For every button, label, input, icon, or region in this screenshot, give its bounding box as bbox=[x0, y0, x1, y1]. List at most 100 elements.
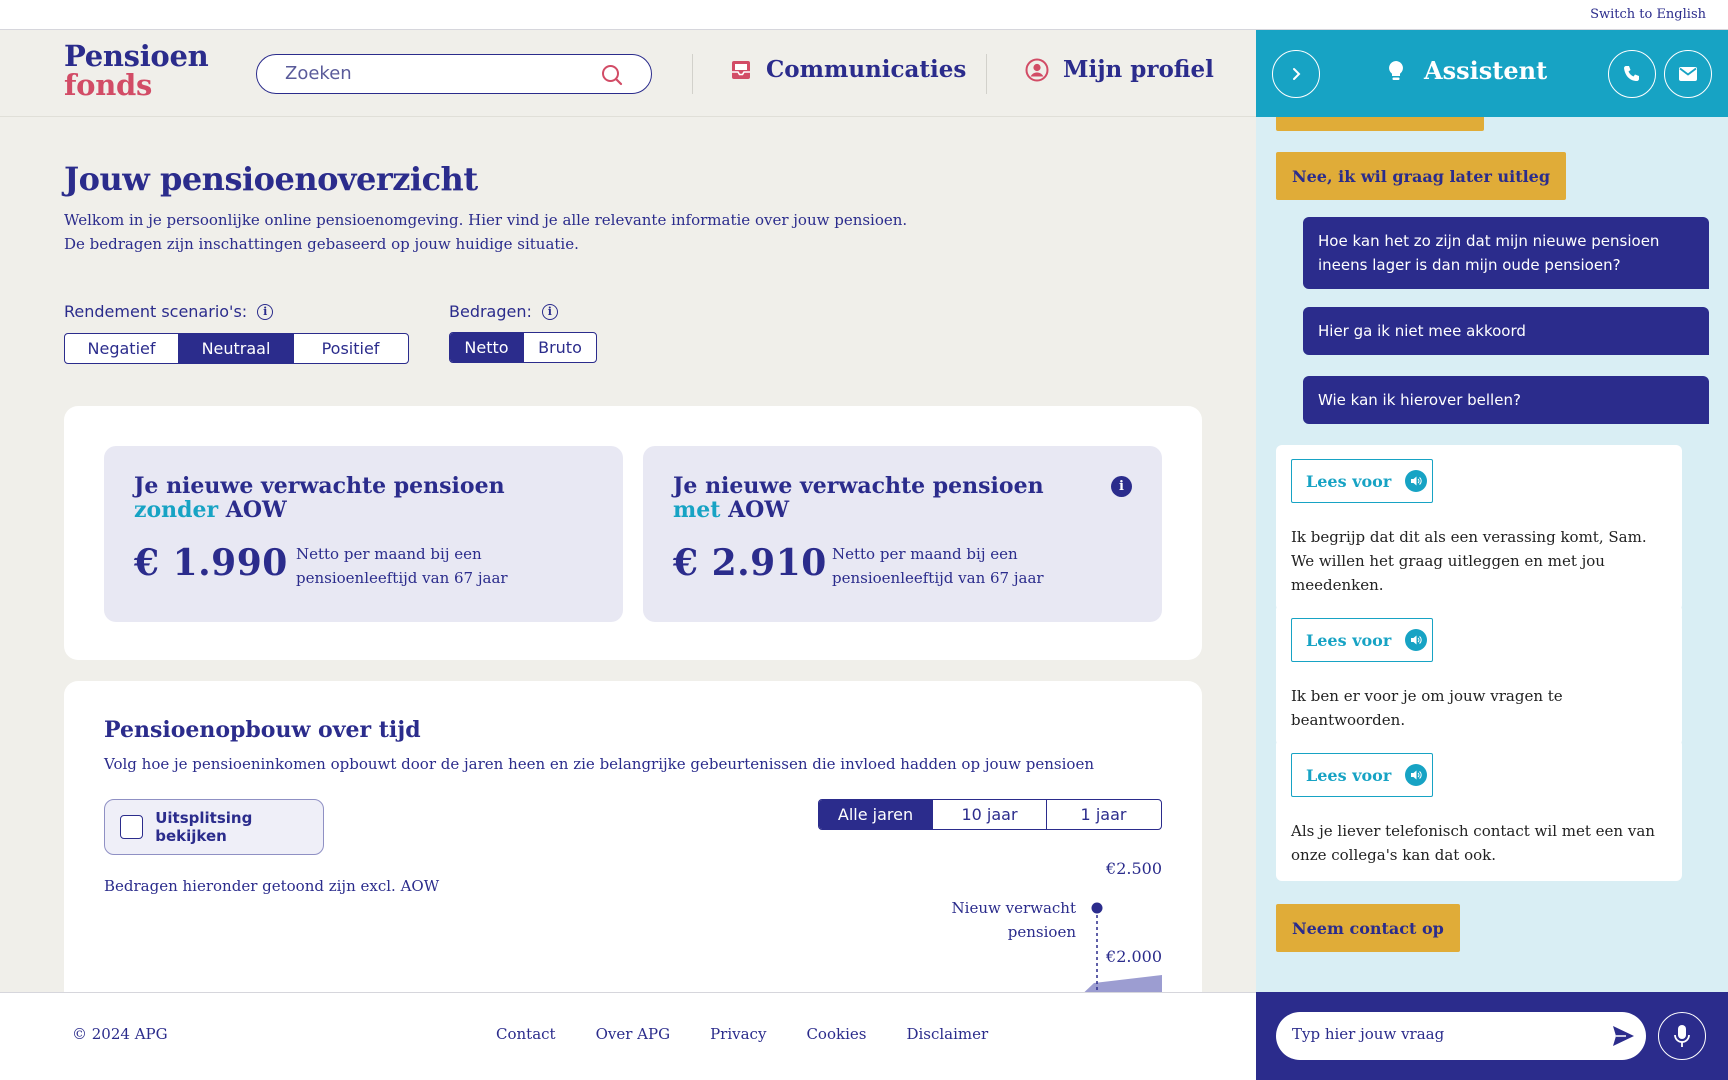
range-1-year[interactable]: 1 jaar bbox=[1047, 800, 1160, 829]
amounts-label: Bedragen: i bbox=[449, 302, 558, 321]
assistant-panel: Assistent Nee, ik wil graag later uitleg… bbox=[1256, 30, 1728, 1080]
info-icon[interactable]: i bbox=[257, 303, 274, 320]
assistant-title: Assistent bbox=[1388, 56, 1547, 85]
chat-input-box bbox=[1276, 1012, 1646, 1060]
area-series bbox=[1084, 975, 1162, 992]
amounts-net[interactable]: Netto bbox=[450, 333, 524, 362]
site-header: Pensioen fonds Communicaties Mijn profie… bbox=[0, 30, 1256, 117]
lightbulb-icon bbox=[1389, 60, 1403, 80]
marker-point bbox=[1091, 902, 1103, 914]
previous-option-chip[interactable] bbox=[1276, 117, 1484, 131]
mail-icon bbox=[1679, 67, 1697, 81]
assistant-input-bar bbox=[1256, 992, 1728, 1080]
call-button[interactable] bbox=[1608, 50, 1656, 98]
assistant-header: Assistent bbox=[1256, 30, 1728, 117]
intro-line: De bedragen zijn inschattingen gebaseerd… bbox=[64, 235, 579, 253]
collapse-assistant-button[interactable] bbox=[1272, 50, 1320, 98]
option-chip-later[interactable]: Nee, ik wil graag later uitleg bbox=[1276, 152, 1567, 200]
pension-card-without-aow: Je nieuwe verwachte pensioen zonder AOW … bbox=[104, 446, 623, 622]
voice-input-button[interactable] bbox=[1658, 1012, 1706, 1060]
top-bar: Switch to English bbox=[0, 0, 1728, 30]
search-box bbox=[256, 54, 652, 94]
amount-note: Netto per maand bij een pensioenleeftijd… bbox=[832, 545, 1044, 587]
card-title: Je nieuwe verwachte pensioen zonder AOW bbox=[134, 473, 505, 523]
scenario-label-text: Rendement scenario's: bbox=[64, 302, 248, 321]
search-icon[interactable] bbox=[601, 64, 623, 86]
user-message: Hier ga ik niet mee akkoord bbox=[1303, 307, 1709, 355]
footer-links: Contact Over APG Privacy Cookies Disclai… bbox=[496, 1025, 988, 1043]
logo-line-1: Pensioen bbox=[64, 39, 209, 73]
y-tick-label: €2.500 bbox=[1105, 859, 1162, 878]
breakdown-checkbox[interactable]: Uitsplitsing bekijken bbox=[104, 799, 324, 855]
assistant-title-text: Assistent bbox=[1424, 56, 1548, 85]
switch-language-link[interactable]: Switch to English bbox=[1590, 7, 1706, 22]
scenario-positive[interactable]: Positief bbox=[294, 334, 407, 363]
y-tick-label: €2.000 bbox=[1105, 947, 1162, 966]
read-aloud-button[interactable]: Lees voor bbox=[1291, 618, 1433, 662]
footer-link-disclaimer[interactable]: Disclaimer bbox=[906, 1025, 988, 1043]
user-icon bbox=[1025, 58, 1049, 81]
assistant-message-text: Als je liever telefonisch contact wil me… bbox=[1291, 822, 1655, 864]
scenario-negative[interactable]: Negatief bbox=[65, 334, 179, 363]
pension-card-with-aow: Je nieuwe verwachte pensioen met AOW i €… bbox=[643, 446, 1162, 622]
nav-communications[interactable]: Communicaties bbox=[730, 56, 966, 83]
chevron-right-icon bbox=[1293, 68, 1301, 80]
assistant-message: Lees voor Als je liever telefonisch cont… bbox=[1276, 739, 1682, 881]
option-chip-contact[interactable]: Neem contact op bbox=[1276, 904, 1460, 952]
logo-line-2: fonds bbox=[64, 68, 153, 102]
checkbox-box[interactable] bbox=[120, 815, 144, 839]
range-all-years[interactable]: Alle jaren bbox=[819, 800, 933, 829]
assistant-message-text: Ik begrijp dat dit als een verassing kom… bbox=[1291, 528, 1647, 594]
nav-profile-label: Mijn profiel bbox=[1063, 56, 1214, 83]
intro-line: Welkom in je persoonlijke online pensioe… bbox=[64, 211, 908, 229]
scenario-label: Rendement scenario's: i bbox=[64, 302, 274, 321]
info-icon[interactable]: i bbox=[1111, 476, 1132, 497]
section-subtitle: Volg hoe je pensioeninkomen opbouwt door… bbox=[104, 755, 1094, 773]
section-title: Pensioenopbouw over tijd bbox=[104, 717, 421, 743]
speaker-icon bbox=[1405, 764, 1428, 786]
amounts-toggle: Netto Bruto bbox=[449, 332, 597, 363]
marker-label: Nieuw verwacht bbox=[952, 899, 1076, 917]
scenario-neutral[interactable]: Neutraal bbox=[179, 334, 294, 363]
card-title: Je nieuwe verwachte pensioen met AOW bbox=[673, 473, 1044, 523]
range-10-years[interactable]: 10 jaar bbox=[933, 800, 1047, 829]
pension-amount: € 1.990 bbox=[134, 542, 288, 584]
amount-note: Netto per maand bij een pensioenleeftijd… bbox=[296, 545, 508, 587]
logo[interactable]: Pensioen fonds bbox=[64, 39, 209, 102]
footer-link-contact[interactable]: Contact bbox=[496, 1025, 556, 1043]
user-message: Hoe kan het zo zijn dat mijn nieuwe pens… bbox=[1303, 217, 1709, 289]
read-aloud-label: Lees voor bbox=[1306, 630, 1392, 650]
info-icon[interactable]: i bbox=[541, 303, 558, 320]
speaker-icon bbox=[1405, 470, 1428, 492]
footer-link-privacy[interactable]: Privacy bbox=[710, 1025, 766, 1043]
speaker-icon bbox=[1405, 629, 1428, 651]
site-footer: © 2024 APG Contact Over APG Privacy Cook… bbox=[0, 992, 1256, 1080]
search-input[interactable] bbox=[285, 63, 585, 84]
microphone-icon bbox=[1674, 1025, 1690, 1047]
pension-growth-chart: €2.500 Nieuw verwacht pensioen €2.000 bbox=[952, 859, 1162, 992]
read-aloud-button[interactable]: Lees voor bbox=[1291, 459, 1433, 503]
email-button[interactable] bbox=[1664, 50, 1712, 98]
marker-label: pensioen bbox=[1008, 923, 1077, 941]
send-icon[interactable] bbox=[1610, 1023, 1636, 1049]
footer-link-cookies[interactable]: Cookies bbox=[806, 1025, 866, 1043]
amounts-gross[interactable]: Bruto bbox=[524, 333, 596, 362]
footer-link-about[interactable]: Over APG bbox=[596, 1025, 671, 1043]
nav-communications-label: Communicaties bbox=[766, 56, 967, 83]
breakdown-label: Uitsplitsing bekijken bbox=[155, 809, 253, 845]
nav-divider bbox=[986, 54, 987, 94]
inbox-icon bbox=[732, 60, 750, 79]
user-message: Wie kan ik hierover bellen? bbox=[1303, 376, 1709, 424]
page-intro: Welkom in je persoonlijke online pensioe… bbox=[64, 208, 907, 256]
nav-profile[interactable]: Mijn profiel bbox=[1025, 56, 1214, 83]
pension-amount: € 2.910 bbox=[673, 542, 827, 584]
assistant-message: Lees voor Ik ben er voor je om jouw vrag… bbox=[1276, 604, 1682, 746]
read-aloud-button[interactable]: Lees voor bbox=[1291, 753, 1433, 797]
read-aloud-label: Lees voor bbox=[1306, 765, 1392, 785]
assistant-message-text: Ik ben er voor je om jouw vragen te bean… bbox=[1291, 687, 1563, 729]
range-toggle: Alle jaren 10 jaar 1 jaar bbox=[818, 799, 1162, 830]
nav-divider bbox=[692, 54, 693, 94]
amounts-note: Bedragen hieronder getoond zijn excl. AO… bbox=[104, 877, 440, 895]
chat-input[interactable] bbox=[1292, 1025, 1592, 1043]
read-aloud-label: Lees voor bbox=[1306, 471, 1392, 491]
